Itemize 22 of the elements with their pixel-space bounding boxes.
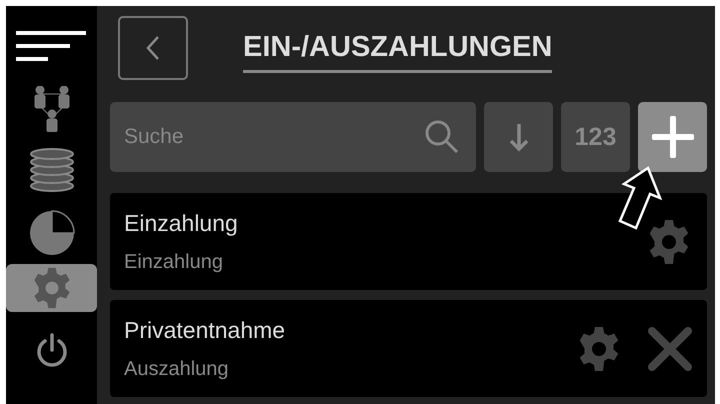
people-network-icon [32,86,70,132]
row-subtitle: Auszahlung [124,358,230,380]
database-icon [28,148,74,194]
row-title: Einzahlung [124,210,239,236]
close-icon [647,326,693,372]
power-icon [34,333,68,369]
list-row[interactable]: Einzahlung Einzahlung [110,193,707,290]
sort-button[interactable] [484,102,553,172]
row-title: Privatentnahme [124,316,286,344]
plus-icon [652,116,694,158]
chevron-left-icon [146,35,160,61]
list-row[interactable]: Privatentnahme Auszahlung [110,300,707,397]
search-icon [424,119,460,155]
back-button[interactable] [118,16,188,80]
delete-button[interactable] [647,326,693,372]
row-subtitle: Einzahlung [124,250,224,274]
arrow-down-icon [508,122,528,152]
add-button[interactable] [638,102,707,172]
page-title: EIN-/AUSZAHLUNGEN [243,31,552,73]
menu-icon [16,31,88,61]
search-field[interactable]: Suche [110,102,476,172]
pie-chart-icon [28,210,74,256]
